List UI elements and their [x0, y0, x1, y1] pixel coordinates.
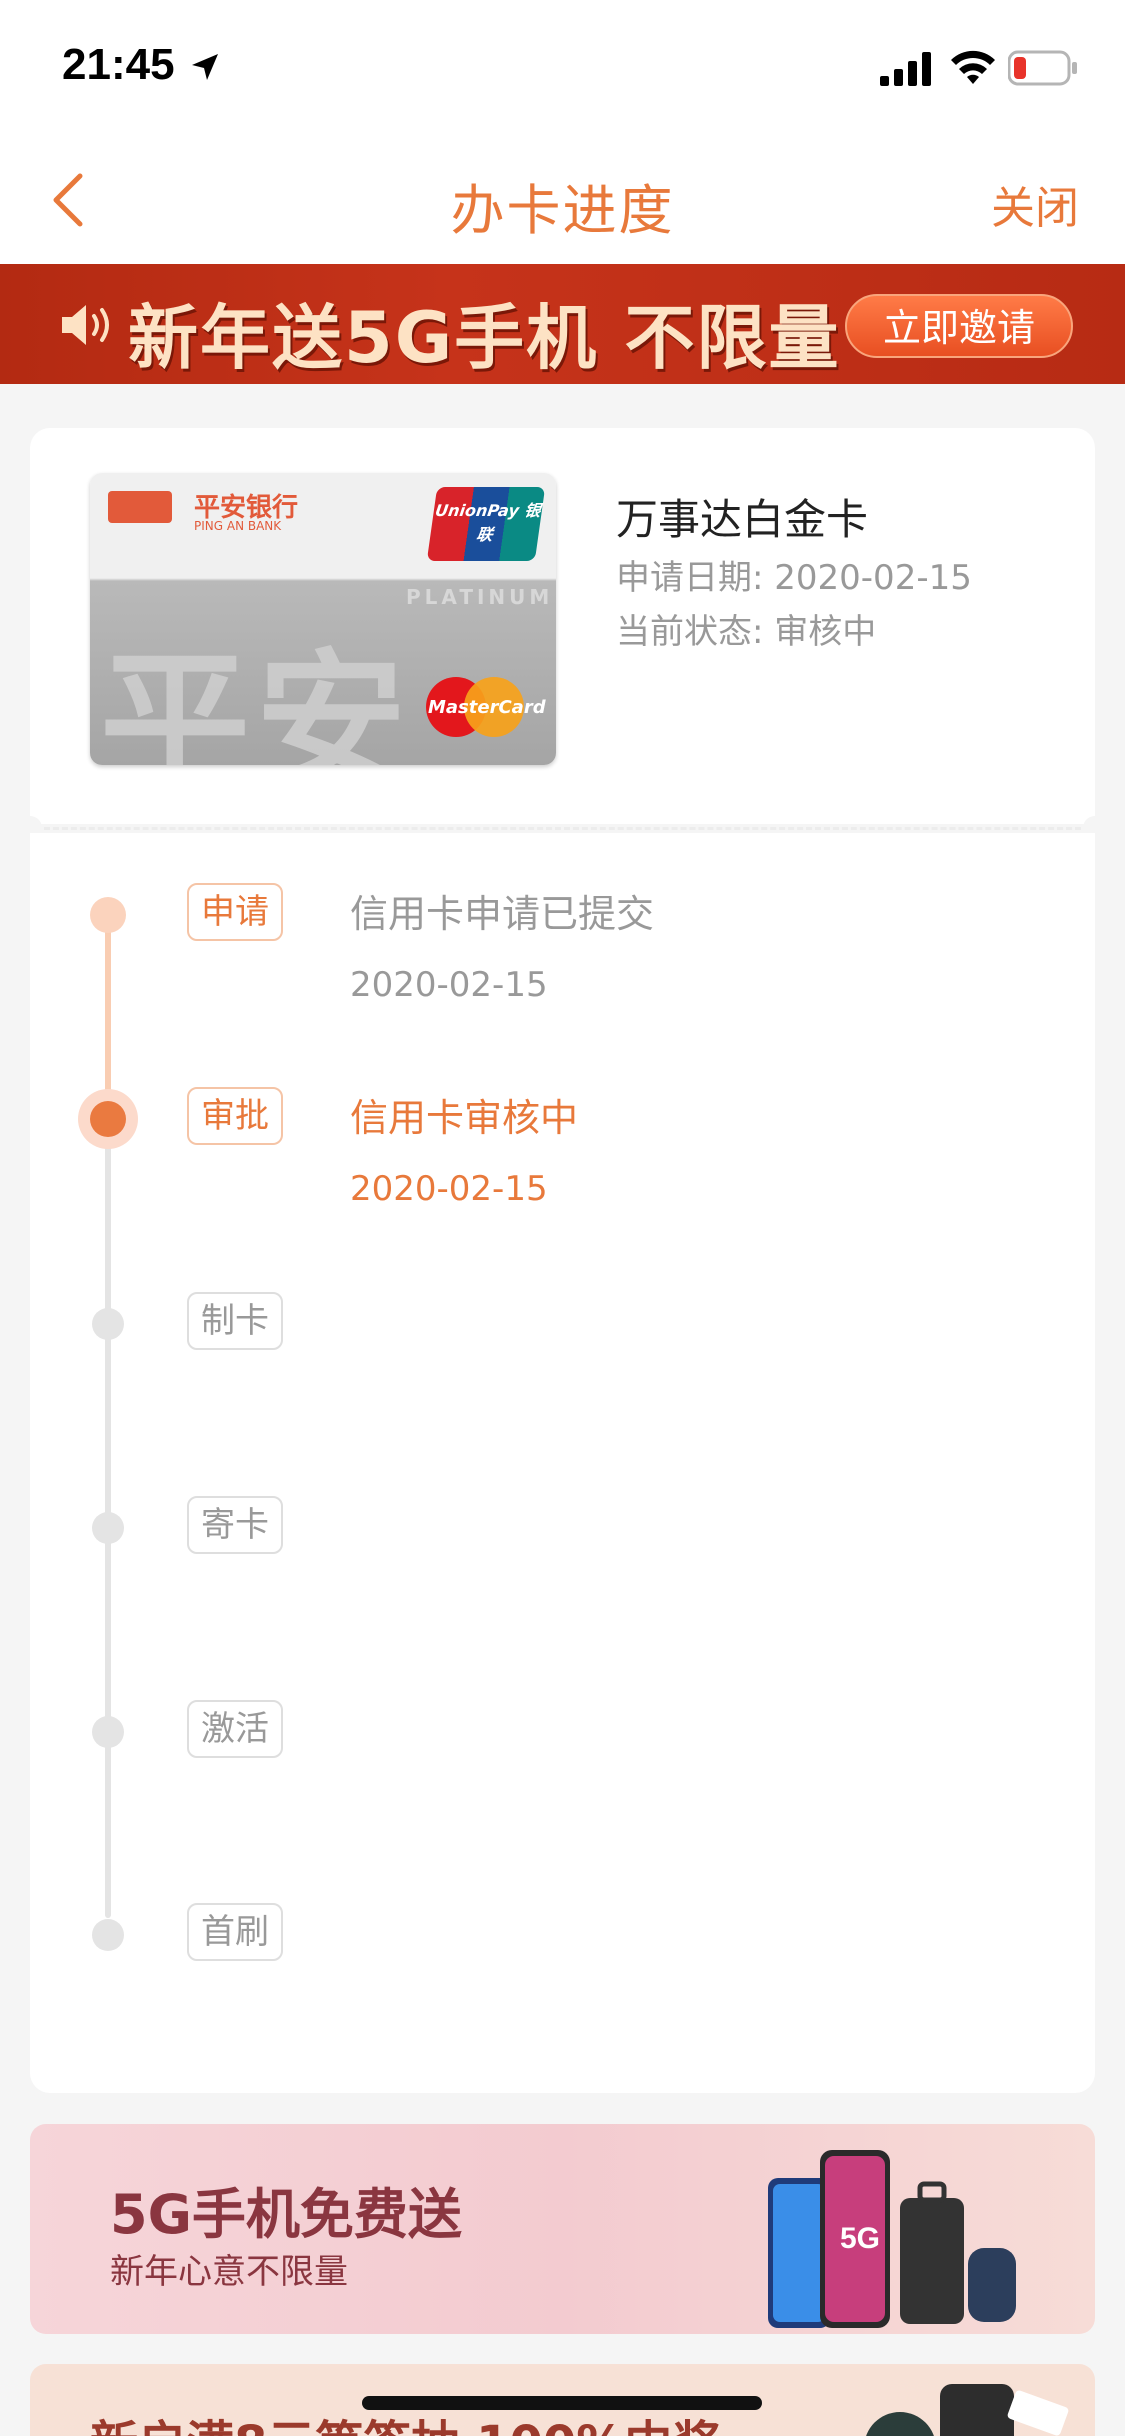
- home-indicator: [362, 2396, 762, 2410]
- svg-text:5G: 5G: [840, 2222, 880, 2255]
- step-tag: 审批: [187, 1087, 283, 1145]
- bank-logo-icon: [108, 491, 172, 523]
- apply-date: 申请日期: 2020-02-15: [616, 558, 972, 598]
- timeline-dot: [92, 1512, 124, 1544]
- card-info-section: 平安银行 PING AN BANK UnionPay 银联 PLATINUM 平…: [30, 428, 1095, 824]
- phone-illustration: [866, 2384, 1069, 2436]
- step-tag: 首刷: [187, 1903, 283, 1961]
- invite-button[interactable]: 立即邀请: [845, 294, 1073, 358]
- speaker-icon: [62, 305, 109, 345]
- nav-bar: 办卡进度 关闭: [0, 132, 1125, 264]
- ad-subtitle: 新年心意不限量: [110, 2252, 348, 2292]
- phones-luggage-illustration: 5G: [768, 2150, 1016, 2328]
- close-button[interactable]: 关闭: [991, 172, 1079, 236]
- page-title: 办卡进度: [450, 179, 675, 242]
- status-bar: 21:45: [0, 0, 1125, 132]
- timeline-dot: [92, 1919, 124, 1951]
- step-title: 信用卡审核中: [350, 1096, 579, 1140]
- divider: [44, 827, 1081, 830]
- timeline-step-apply: 申请 信用卡申请已提交 2020-02-15: [30, 883, 1095, 1005]
- credit-card-image: 平安银行 PING AN BANK UnionPay 银联 PLATINUM 平…: [90, 473, 556, 765]
- cellular-signal-icon: [880, 52, 931, 86]
- timeline-step-mailing: 寄卡: [30, 1496, 1095, 1616]
- location-arrow-icon: [192, 54, 218, 80]
- timeline-step-approval: 审批 信用卡审核中 2020-02-15: [30, 1087, 1095, 1209]
- ad-banner-5g-phone[interactable]: 5G手机免费送 新年心意不限量 5G: [30, 2124, 1095, 2334]
- battery-low-icon: [1008, 50, 1077, 86]
- timeline-dot-active: [78, 1089, 138, 1149]
- step-tag: 制卡: [187, 1292, 283, 1350]
- mastercard-logo-text: MasterCard: [428, 697, 546, 718]
- promo-text: 新年送5G手机 不限量: [128, 297, 841, 379]
- step-tag: 寄卡: [187, 1496, 283, 1554]
- unionpay-logo-text: UnionPay 银联: [433, 501, 542, 544]
- step-date: 2020-02-15: [350, 965, 548, 1005]
- promo-banner[interactable]: 新年送5G手机 不限量 立即邀请: [0, 264, 1125, 384]
- timeline-dot: [92, 1308, 124, 1340]
- wifi-icon: [951, 50, 995, 84]
- card-bank-name-en: PING AN BANK: [194, 519, 282, 533]
- step-tag: 申请: [187, 883, 283, 941]
- timeline-dot: [92, 1716, 124, 1748]
- timeline-step-activation: 激活: [30, 1700, 1095, 1820]
- card-name: 万事达白金卡: [616, 495, 869, 544]
- timeline-dot: [90, 897, 126, 933]
- timeline-step-card-making: 制卡: [30, 1292, 1095, 1412]
- step-title: 信用卡申请已提交: [350, 892, 655, 936]
- card-tier: PLATINUM: [406, 585, 554, 609]
- timeline-step-first-swipe: 首刷: [30, 1903, 1095, 2023]
- application-panel: 平安银行 PING AN BANK UnionPay 银联 PLATINUM 平…: [18, 428, 1107, 2093]
- step-tag: 激活: [187, 1700, 283, 1758]
- status-time: 21:45: [62, 40, 175, 89]
- unionpay-logo-icon: UnionPay 银联: [426, 487, 546, 561]
- ad-title: 5G手机免费送: [110, 2183, 462, 2246]
- current-status: 当前状态: 审核中: [616, 612, 877, 652]
- step-date: 2020-02-15: [350, 1169, 548, 1209]
- card-watermark: 平安: [100, 636, 413, 765]
